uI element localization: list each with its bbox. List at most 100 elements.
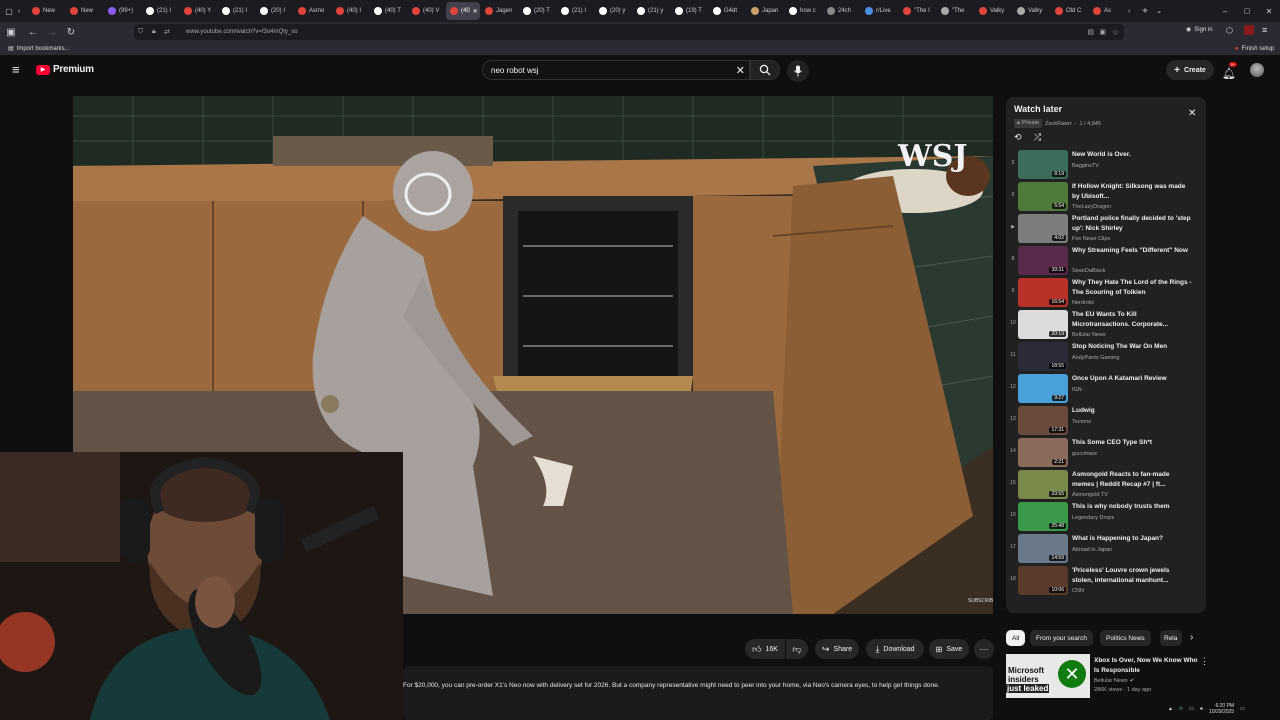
playlist-item[interactable]: 16 25:48 This is why nobody trusts them Leg… (1006, 502, 1206, 534)
browser-tab[interactable]: New (66, 2, 103, 20)
ublock-icon[interactable] (1244, 25, 1254, 35)
like-button[interactable]: 👍︎ 16K (745, 639, 785, 659)
playlist-item-channel[interactable]: SeanDaBlack (1072, 268, 1105, 274)
browser-tab[interactable]: (21) I (142, 2, 179, 20)
forward-button[interactable]: → (44, 24, 60, 40)
network-icon[interactable]: ▭ (1189, 706, 1194, 712)
playlist-item-channel[interactable]: Tectone (1072, 419, 1091, 425)
playlist-item[interactable]: 9 16:54 Why They Hate The Lord of the Ring… (1006, 278, 1206, 310)
playlist-item-title[interactable]: Why They Hate The Lord of the Rings - Th… (1072, 278, 1192, 297)
playlist-item-channel[interactable]: IGN (1072, 387, 1082, 393)
browser-tab[interactable]: (21) y (633, 2, 670, 20)
browser-tab[interactable]: Jagen (481, 2, 518, 20)
browser-tab[interactable]: (40) T (370, 2, 407, 20)
playlist-item-thumbnail[interactable]: 10:06 (1018, 566, 1068, 595)
playlist-item-title[interactable]: What is Happening to Japan? (1072, 534, 1192, 544)
sidebar-toggle-icon[interactable]: ▣ (3, 24, 19, 40)
browser-tab[interactable]: r/Live (861, 2, 898, 20)
tray-app-icon[interactable]: ⟳ (1179, 706, 1183, 712)
playlist-item[interactable]: 15 23:55 Asmongold Reacts to fan-made meme… (1006, 470, 1206, 502)
clock[interactable]: 6:20 PM 10/29/2025 (1209, 703, 1234, 715)
browser-tab[interactable]: (20) T (519, 2, 556, 20)
search-button[interactable] (750, 60, 780, 80)
browser-tab[interactable]: G4dt (709, 2, 746, 20)
browser-tab[interactable]: Old C (1051, 2, 1088, 20)
playlist-item-channel[interactable]: Legendary Drops (1072, 515, 1114, 521)
search-input[interactable]: neo robot wsj ✕ (482, 60, 750, 80)
playlist-item-channel[interactable]: Nerdrotic (1072, 300, 1094, 306)
browser-tab[interactable]: As (1089, 2, 1126, 20)
playlist-item-thumbnail[interactable]: 2:21 (1018, 438, 1068, 467)
playlist-item[interactable]: 14 2:21 This Some CEO Type Sh*t guccimarx (1006, 438, 1206, 470)
account-button[interactable]: ◉ Sign in (1186, 26, 1213, 34)
shuffle-button[interactable]: ⤮ (1034, 132, 1041, 143)
playlist-item-thumbnail[interactable]: 16:54 (1018, 278, 1068, 307)
browser-tab[interactable]: Asmo (294, 2, 331, 20)
filter-chip[interactable]: All (1006, 630, 1026, 646)
playlist-item-thumbnail[interactable]: 17:31 (1018, 406, 1068, 435)
playlist-item-channel[interactable]: BagginsTV (1072, 163, 1099, 169)
browser-tab[interactable]: (20) I (256, 2, 293, 20)
recommended-thumbnail[interactable]: Microsoft insiders just leaked ✕ (1006, 654, 1090, 698)
dislike-button[interactable]: 👎︎ (786, 639, 808, 659)
filter-chip[interactable]: From your search (1030, 630, 1093, 646)
recommended-video[interactable]: Microsoft insiders just leaked ✕ Xbox Is… (1006, 654, 1211, 698)
finish-setup-link[interactable]: Finish setup (1242, 46, 1274, 52)
playlist-item[interactable]: 18 10:06 'Priceless' Louvre crown jewels s… (1006, 566, 1206, 598)
playlist-item-channel[interactable]: Abroad in Japan (1072, 547, 1112, 553)
playlist-item-thumbnail[interactable]: 39:31 (1018, 246, 1068, 275)
playlist-item-title[interactable]: Ludwig (1072, 406, 1192, 416)
browser-tab[interactable]: Valky (975, 2, 1012, 20)
playlist-item-title[interactable]: New World is Over. (1072, 150, 1192, 160)
playlist-item-thumbnail[interactable]: 5:54 (1018, 182, 1068, 211)
playlist-item-thumbnail[interactable]: 18:55 (1018, 342, 1068, 371)
menu-icon[interactable]: ≡ (1262, 25, 1267, 35)
bookmark-star-icon[interactable]: ☆ (1112, 28, 1119, 37)
window-close-button[interactable]: ✕ (1258, 7, 1280, 16)
browser-tab[interactable]: how c (785, 2, 822, 20)
clear-search-icon[interactable]: ✕ (736, 64, 745, 77)
playlist-owner[interactable]: ZackRawrr (1045, 121, 1072, 127)
browser-tab[interactable]: "The (937, 2, 974, 20)
playlist-item[interactable]: 10 20:19 The EU Wants To Kill Microtransac… (1006, 310, 1206, 342)
notifications-button[interactable]: 🔔︎ 9+ (1222, 62, 1238, 82)
playlist-item-title[interactable]: This is why nobody trusts them (1072, 502, 1192, 512)
voice-search-button[interactable] (787, 60, 809, 82)
playlist-item-title[interactable]: Asmongold Reacts to fan-made memes | Red… (1072, 470, 1192, 489)
playlist-item-title[interactable]: Portland police finally decided to 'step… (1072, 214, 1192, 233)
playlist-item-title[interactable]: 'Priceless' Louvre crown jewels stolen, … (1072, 566, 1192, 585)
more-actions-button[interactable]: ⋯ (974, 639, 994, 659)
browser-tab[interactable]: Japan (747, 2, 784, 20)
playlist-item-channel[interactable]: CNN (1072, 588, 1084, 594)
close-tab-icon[interactable]: ✕ (473, 8, 478, 15)
filter-chip[interactable]: Rela (1160, 630, 1182, 646)
playlist-item-thumbnail[interactable]: 4:02 (1018, 214, 1068, 243)
reader-view-icon[interactable]: ▤ (1087, 28, 1094, 36)
avatar[interactable] (1250, 63, 1264, 77)
recommended-channel[interactable]: Bellular News ✔ (1094, 678, 1134, 684)
browser-tab[interactable]: (20) y (595, 2, 632, 20)
browser-tab[interactable]: "The I (899, 2, 936, 20)
playlist-item-title[interactable]: Why Streaming Feels "Different" Now (1072, 246, 1192, 256)
browser-tab[interactable]: (19) T (671, 2, 708, 20)
playlist-item-channel[interactable]: Fox News Clips (1072, 236, 1110, 242)
playlist-title[interactable]: Watch later (1014, 104, 1062, 114)
playlist-item-channel[interactable]: Bellular News (1072, 332, 1106, 338)
reload-button[interactable]: ↻ (63, 24, 79, 40)
save-button[interactable]: ⊞ Save (929, 639, 969, 659)
window-minimize-button[interactable]: – (1214, 7, 1236, 16)
browser-tab[interactable]: (21) I (557, 2, 594, 20)
playlist-item-thumbnail[interactable]: 8:19 (1018, 150, 1068, 179)
pip-icon[interactable]: ▣ (1099, 28, 1106, 36)
loop-button[interactable]: ⟲ (1014, 132, 1022, 143)
browser-tab[interactable]: New (28, 2, 65, 20)
playlist-item[interactable]: ▶ 4:02 Portland police finally decided to … (1006, 214, 1206, 246)
playlist-item[interactable]: 5 8:19 New World is Over. BagginsTV (1006, 150, 1206, 182)
notifications-center-icon[interactable]: ▭ (1240, 706, 1245, 712)
playlist-item-thumbnail[interactable]: 14:59 (1018, 534, 1068, 563)
playlist-item-thumbnail[interactable]: 9:27 (1018, 374, 1068, 403)
browser-tab[interactable]: (21) I (218, 2, 255, 20)
browser-tab[interactable]: (40) Y (180, 2, 217, 20)
browser-tab[interactable]: (40) I (332, 2, 369, 20)
playlist-item[interactable]: 17 14:59 What is Happening to Japan? Abroad… (1006, 534, 1206, 566)
